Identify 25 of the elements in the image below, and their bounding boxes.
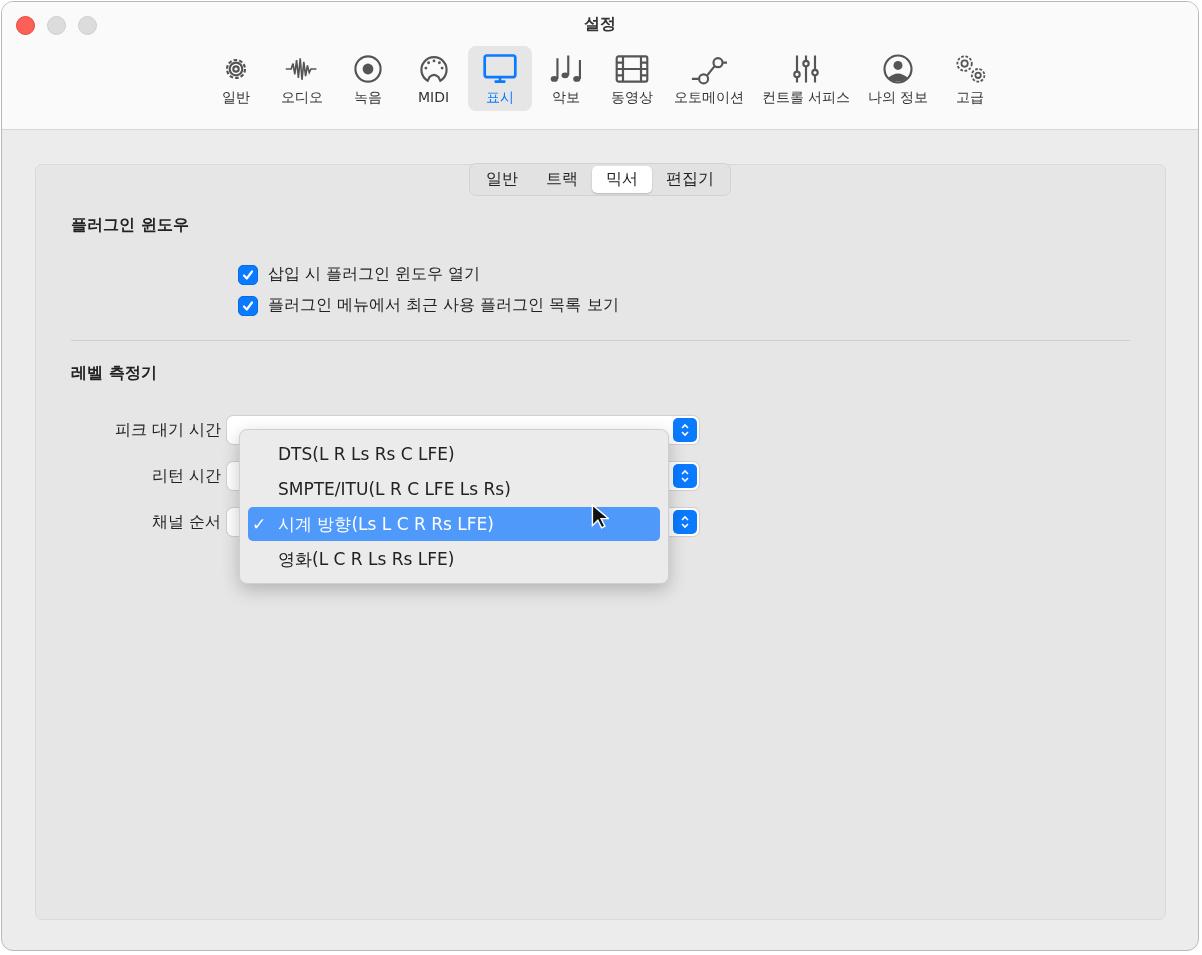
- toolbar-tab[interactable]: 오디오: [269, 46, 334, 111]
- checkbox-label: 플러그인 메뉴에서 최근 사용 플러그인 목록 보기: [268, 295, 619, 316]
- field-label: 채널 순서: [150, 511, 221, 533]
- menu-item[interactable]: DTS(L R Ls Rs C LFE): [248, 437, 660, 471]
- toolbar-tab[interactable]: 컨트롤 서피스: [753, 46, 858, 111]
- tab[interactable]: 편집기: [652, 166, 728, 193]
- window-title: 설정: [584, 13, 616, 35]
- toolbar-tab[interactable]: 나의 정보: [860, 46, 937, 111]
- toolbar-tab[interactable]: MIDI: [401, 46, 466, 111]
- section-title: 플러그인 윈도우: [71, 215, 190, 236]
- menu-item[interactable]: 영화(L C R Ls Rs LFE): [248, 542, 660, 576]
- tab[interactable]: 트랙: [532, 166, 592, 193]
- toolbar-tab[interactable]: 녹음: [335, 46, 400, 111]
- section-title: 레벨 측정기: [71, 363, 158, 384]
- toolbar-tab[interactable]: 고급: [938, 46, 1003, 111]
- checkbox-label: 삽입 시 플러그인 윈도우 열기: [268, 264, 481, 285]
- toolbar-tab[interactable]: 악보: [533, 46, 598, 111]
- field-label: 피크 대기 시간: [113, 419, 221, 441]
- tab[interactable]: 일반: [472, 166, 532, 193]
- field-label: 리턴 시간: [150, 465, 221, 487]
- toolbar-tab[interactable]: 동영상: [599, 46, 664, 111]
- tab[interactable]: 믹서: [592, 166, 652, 193]
- toolbar-tab[interactable]: 오토메이션: [665, 46, 752, 111]
- menu-item[interactable]: SMPTE/ITU(L R C LFE Ls Rs): [248, 472, 660, 506]
- toolbar-tab[interactable]: 일반: [203, 46, 268, 111]
